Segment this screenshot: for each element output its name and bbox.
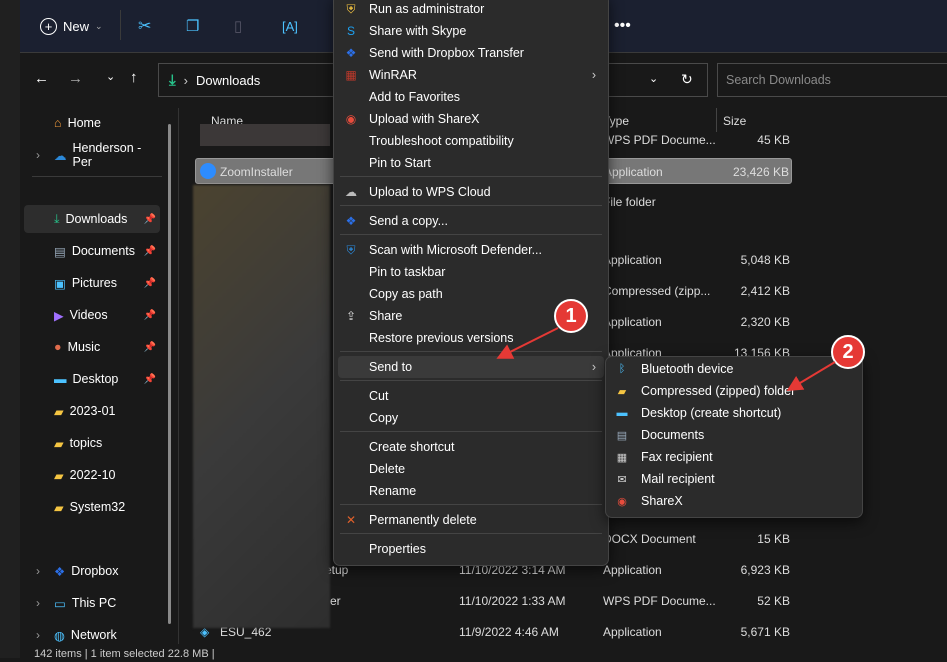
status-bar: 142 items | 1 item selected 22.8 MB | [20,646,947,660]
status-text: 142 items | 1 item selected 22.8 MB | [34,648,215,660]
arrow-1 [496,327,559,359]
arrow-2 [786,361,836,392]
annotation-arrows [496,327,836,392]
